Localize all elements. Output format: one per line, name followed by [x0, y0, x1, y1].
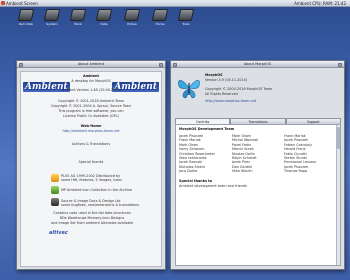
credits-column: Jacek Piszczek Frank Mariak Mark Olsen H… — [179, 134, 231, 174]
drive-icon — [69, 9, 87, 21]
menubar-status: Ambient CPU: RAM: 21:42 — [294, 1, 346, 6]
drive-icon — [43, 9, 61, 21]
about-morphos-titlebar[interactable]: About MorphOS — [171, 61, 344, 68]
drive-icon — [123, 9, 141, 21]
special-thanks-heading: Special thanks to — [179, 179, 213, 183]
window-title: About Ambient — [77, 62, 105, 66]
header-line: Ambient — [82, 74, 100, 78]
authors-label: Authors & Translations — [71, 142, 111, 146]
desktop-icon-extras[interactable]: Extras — [120, 9, 144, 33]
sponsor-line: and image Set from ambient Aiterwise ava… — [51, 221, 133, 225]
sponsor-line: MP Ambient Icon Collection in the Archiv… — [61, 188, 132, 192]
header-line: Copyright © 2001-2004 A. Spraul, Source … — [51, 104, 131, 108]
special-thanks-label: Special thanks — [78, 160, 104, 164]
special-thanks-line: Ambient development team and friends — [179, 184, 247, 188]
version-line: Version 3.9 (04.11.2014) — [205, 78, 248, 82]
website-link[interactable]: http://www.morphos-team.net — [205, 99, 335, 103]
depth-button[interactable] — [19, 62, 23, 67]
sponsor-logo-icon — [51, 198, 59, 206]
sponsor-line: RDs Warehouse Memory-Icon Designs — [59, 216, 125, 220]
about-ambient-titlebar[interactable]: About Ambient — [17, 61, 165, 68]
desktop-icon-home[interactable]: Home — [148, 9, 172, 33]
header-line: Ambient Version 1.48 (10.04.2016) — [61, 88, 121, 92]
list-item: Jaca Dorka — [179, 169, 198, 174]
sponsor-line: some bugfixes, new/extensions & translat… — [61, 203, 140, 207]
desktop-icon-system[interactable]: System — [40, 9, 64, 33]
credits-list[interactable]: MorphOS Development Team Jacek Piszczek … — [175, 124, 341, 266]
morphos-heading: MorphOS — [205, 73, 223, 77]
depth-button[interactable] — [173, 62, 177, 67]
drive-icon — [177, 9, 195, 21]
header-line: License Public Or Available (GPL) — [63, 114, 119, 118]
morphos-butterfly-icon — [178, 79, 200, 99]
desktop-icon-work[interactable]: Work — [66, 9, 90, 33]
window-title: About MorphOS — [243, 62, 272, 66]
about-ambient-content: Ambient Ambient Ambient A desktop for Mo… — [20, 71, 162, 267]
sponsor-logo-icon — [51, 186, 59, 194]
credits-column: Mark Olsen Michal Wozniak Pavel Fedin Ma… — [232, 134, 284, 174]
header-line: This program is free software; you can — [58, 109, 124, 113]
website-link[interactable]: http://ambient.morphos-team.net — [41, 129, 141, 133]
drive-icon — [95, 9, 113, 21]
screen-menubar: Ambient Screen Ambient CPU: RAM: 21:42 — [0, 0, 350, 7]
sponsor-line: Contains code used in the bbl data struc… — [53, 211, 131, 215]
close-button[interactable] — [159, 62, 163, 67]
list-item: Thomas Rapp — [284, 169, 308, 174]
drive-icon — [151, 9, 169, 21]
desktop-icon-tools[interactable]: Tools — [174, 9, 198, 33]
list-heading: MorphOS Development Team — [179, 127, 235, 131]
desktop-icon-ramdisk[interactable]: Ram Disk — [14, 9, 38, 33]
drive-icon — [17, 9, 35, 21]
altivec-logo: altivec — [49, 230, 68, 236]
credits-scrollbar[interactable] — [336, 125, 340, 265]
desktop-icon-data[interactable]: Data — [92, 9, 116, 33]
list-item: Ilkka Nikulin — [232, 169, 253, 174]
header-line: Copyright © 2001-2016 Ambient Team — [58, 99, 124, 103]
scrollbar-thumb[interactable] — [337, 127, 340, 149]
morphos-menu-icon[interactable] — [1, 1, 5, 5]
about-morphos-window[interactable]: About MorphOS MorphOS Version 3.9 (04.11… — [170, 60, 345, 270]
version-line: Copyright © 2000-2016 MorphOS Team — [205, 87, 273, 91]
about-ambient-window[interactable]: About Ambient Ambient Ambient Ambient A … — [16, 60, 166, 270]
sponsor-logo-icon — [51, 174, 59, 182]
header-line: A desktop for MorphOS — [71, 79, 111, 83]
close-button[interactable] — [338, 62, 342, 67]
version-line: All Rights Reserved — [205, 92, 238, 96]
screen-title: Ambient Screen — [6, 1, 38, 6]
credits-column: Frank Mariak Jacek Piszczek Fabien Coeur… — [284, 134, 336, 174]
sponsor-line: some HW, features, 5 images, icons — [61, 178, 123, 182]
website-label: Web-Home — [80, 124, 102, 128]
